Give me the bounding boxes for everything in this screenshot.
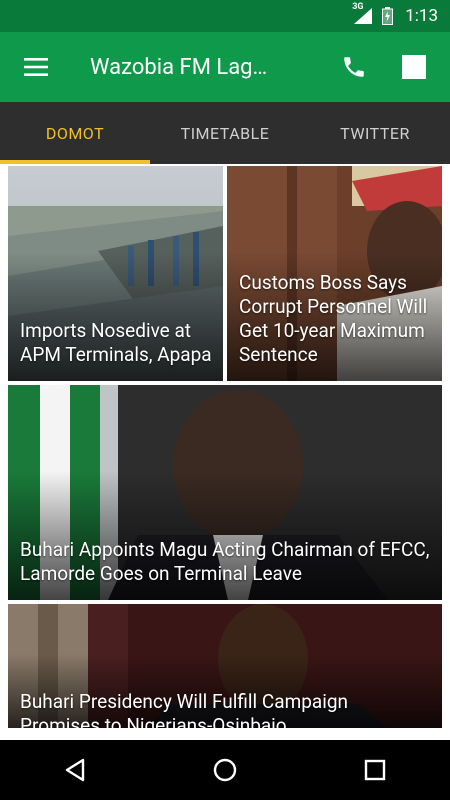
- tab-twitter[interactable]: TWITTER: [300, 102, 450, 164]
- card-headline: Customs Boss Says Corrupt Personnel Will…: [239, 271, 428, 366]
- menu-button[interactable]: [0, 32, 72, 102]
- card-headline: Buhari Appoints Magu Acting Chairman of …: [20, 538, 430, 585]
- card-headline: Imports Nosedive at APM Terminals, Apapa: [20, 319, 212, 366]
- home-circle-icon: [213, 758, 237, 782]
- stop-icon: [402, 55, 426, 79]
- back-triangle-icon: [65, 758, 85, 782]
- news-card[interactable]: Buhari Presidency Will Fulfill Campaign …: [8, 604, 442, 728]
- app-title: Wazobia FM Lag…: [90, 54, 268, 80]
- battery-icon: [382, 7, 394, 25]
- news-card[interactable]: Imports Nosedive at APM Terminals, Apapa: [8, 166, 223, 381]
- phone-icon: [344, 57, 364, 77]
- tab-bar: DOMOT TIMETABLE TWITTER: [0, 102, 450, 164]
- tab-timetable[interactable]: TIMETABLE: [150, 102, 300, 164]
- app-bar: Wazobia FM Lag…: [0, 32, 450, 102]
- recents-button[interactable]: [335, 740, 415, 800]
- signal-indicator: 3G: [352, 2, 373, 24]
- back-button[interactable]: [35, 740, 115, 800]
- hamburger-menu-icon: [24, 58, 48, 76]
- home-button[interactable]: [185, 740, 265, 800]
- network-type-label: 3G: [352, 2, 364, 12]
- system-nav-bar: [0, 740, 450, 800]
- clock: 1:13: [405, 6, 438, 26]
- news-card[interactable]: Customs Boss Says Corrupt Personnel Will…: [227, 166, 442, 381]
- news-feed[interactable]: Imports Nosedive at APM Terminals, Apapa…: [0, 164, 450, 740]
- status-bar: 3G 1:13: [0, 0, 450, 32]
- stop-button[interactable]: [386, 32, 442, 102]
- card-headline: Buhari Presidency Will Fulfill Campaign …: [20, 690, 349, 728]
- tab-domot[interactable]: DOMOT: [0, 102, 150, 164]
- news-card[interactable]: Buhari Appoints Magu Acting Chairman of …: [8, 385, 442, 600]
- call-button[interactable]: [326, 32, 382, 102]
- recents-square-icon: [364, 759, 386, 781]
